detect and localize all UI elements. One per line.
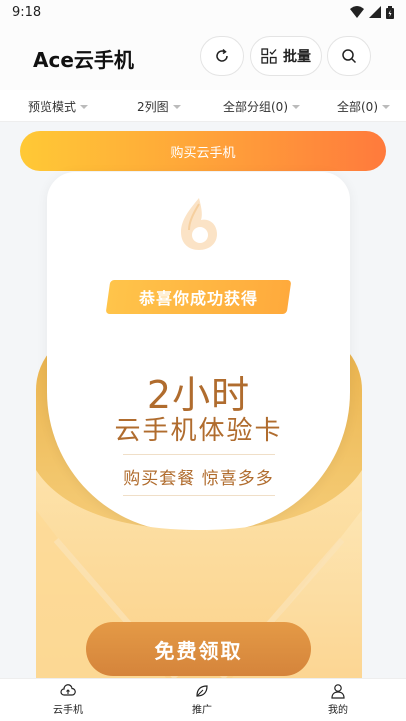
leaf-icon [196, 685, 208, 697]
chevron-down-icon [292, 104, 300, 109]
cloud-phone-icon [60, 684, 76, 696]
status-icons [350, 5, 394, 19]
bottom-nav: 云手机 推广 我的 [0, 678, 406, 721]
all-dropdown[interactable]: 全部(0) [337, 98, 390, 115]
reward-card-name: 云手机体验卡 [114, 416, 283, 446]
signal-icon [369, 6, 381, 18]
columns-dropdown[interactable]: 2列图 [137, 98, 181, 115]
nav-mine[interactable]: 我的 [308, 683, 368, 716]
nav-cloud-phone[interactable]: 云手机 [38, 683, 98, 716]
wifi-icon [350, 6, 364, 18]
filter-bar: 预览模式 2列图 全部分组(0) 全部(0) [0, 90, 406, 122]
view-mode-label: 预览模式 [28, 100, 77, 114]
congrats-ribbon: 恭喜你成功获得 [105, 280, 292, 314]
batch-grid-icon [261, 48, 277, 64]
refresh-button[interactable] [200, 36, 244, 76]
refresh-icon [216, 48, 228, 62]
all-label: 全部(0) [337, 100, 378, 114]
congrats-text: 恭喜你成功获得 [138, 289, 258, 308]
claim-free-button[interactable]: 免费领取 [86, 622, 311, 676]
app-title: Ace云手机 [33, 48, 134, 72]
chevron-down-icon [382, 104, 390, 109]
nav-label-promotion: 推广 [192, 705, 212, 716]
battery-icon [386, 5, 394, 19]
nav-label-cloud-phone: 云手机 [53, 705, 83, 716]
batch-label: 批量 [283, 49, 311, 65]
chevron-down-icon [172, 104, 181, 109]
search-icon [342, 49, 357, 64]
status-time: 9:18 [12, 4, 42, 20]
chevron-down-icon [80, 104, 89, 109]
batch-button[interactable]: 批量 [250, 36, 322, 76]
user-icon [331, 684, 345, 699]
divider-top [123, 454, 275, 455]
nav-promotion[interactable]: 推广 [172, 683, 232, 716]
status-bar: 9:18 [0, 0, 406, 24]
nav-label-mine: 我的 [328, 705, 348, 716]
group-label: 全部分组(0) [223, 100, 288, 114]
columns-label: 2列图 [137, 100, 169, 114]
search-button[interactable] [327, 36, 371, 76]
view-mode-dropdown[interactable]: 预览模式 [28, 98, 89, 115]
buy-cloud-phone-button[interactable]: 购买云手机 [20, 131, 386, 171]
group-dropdown[interactable]: 全部分组(0) [223, 98, 300, 115]
flame-logo-icon [181, 198, 217, 250]
app-header: Ace云手机 批量 [0, 24, 406, 90]
